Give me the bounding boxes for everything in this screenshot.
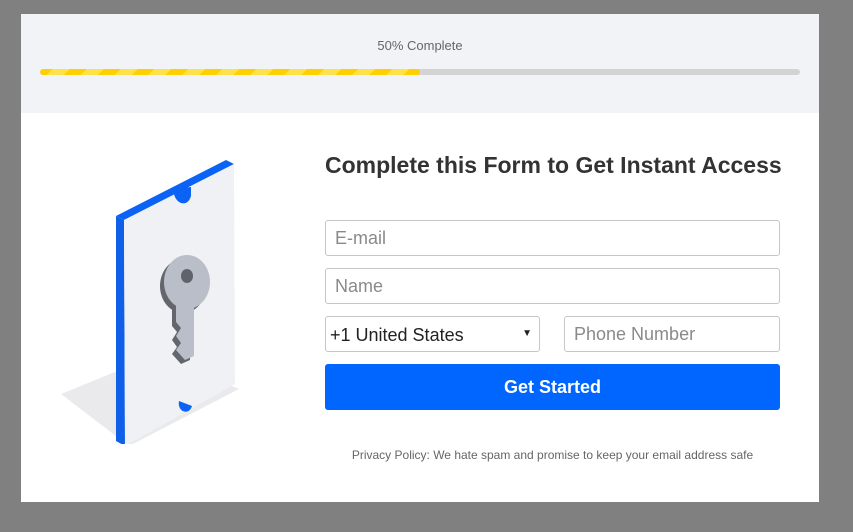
name-field[interactable] — [325, 268, 780, 304]
country-code-value: +1 United States — [330, 325, 464, 345]
progress-label: 50% Complete — [377, 38, 463, 53]
privacy-policy-note: Privacy Policy: We hate spam and promise… — [351, 448, 754, 462]
email-field[interactable] — [325, 220, 780, 256]
country-code-select[interactable]: +1 United States ▼ — [325, 316, 540, 352]
key-icon — [61, 160, 239, 444]
get-started-button[interactable]: Get Started — [325, 364, 780, 410]
progress-bar-fill — [40, 69, 420, 75]
progress-header: 50% Complete — [21, 14, 819, 113]
progress-bar — [40, 69, 800, 75]
caret-down-icon: ▼ — [522, 328, 532, 339]
phone-number-field[interactable] — [564, 316, 780, 352]
signup-modal: 50% Complete Complete this Form to Get I… — [21, 14, 819, 502]
form-title: Complete this Form to Get Instant Access — [325, 152, 782, 178]
